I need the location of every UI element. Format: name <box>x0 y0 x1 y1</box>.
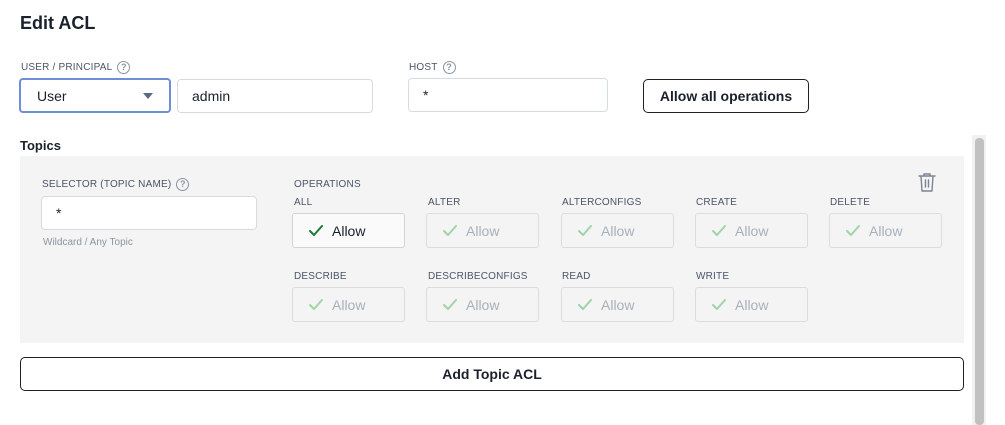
operation-toggle-read[interactable]: Allow <box>561 287 674 322</box>
operation-value-alterconfigs: Allow <box>601 222 635 239</box>
selector-label: SELECTOR (TOPIC NAME) <box>42 179 172 190</box>
operation-value-delete: Allow <box>869 222 903 239</box>
principal-label-row: USER / PRINCIPAL ? <box>21 61 131 74</box>
operation-toggle-alterconfigs[interactable]: Allow <box>561 213 674 248</box>
operation-value-describe: Allow <box>332 296 366 313</box>
operation-value-describeconfigs: Allow <box>466 296 500 313</box>
operation-label-read: READ <box>562 271 591 282</box>
operation-value-write: Allow <box>735 296 769 313</box>
help-circle-icon[interactable]: ? <box>117 61 131 74</box>
operation-toggle-describe[interactable]: Allow <box>292 287 405 322</box>
check-icon <box>309 298 323 310</box>
check-icon <box>578 298 592 310</box>
check-icon <box>443 224 457 236</box>
operation-value-all: Allow <box>332 222 366 239</box>
help-circle-icon[interactable]: ? <box>442 61 456 74</box>
operation-toggle-delete[interactable]: Allow <box>829 213 942 248</box>
operation-toggle-write[interactable]: Allow <box>695 287 808 322</box>
allow-all-operations-button[interactable]: Allow all operations <box>643 79 809 113</box>
check-icon <box>309 224 323 236</box>
trash-icon[interactable] <box>918 172 936 192</box>
page-title: Edit ACL <box>20 13 96 33</box>
help-circle-icon[interactable]: ? <box>176 178 190 191</box>
chevron-down-icon <box>143 93 153 99</box>
host-label: HOST <box>409 62 438 73</box>
check-icon <box>712 298 726 310</box>
add-topic-acl-button[interactable]: Add Topic ACL <box>20 357 964 391</box>
operation-label-describe: DESCRIBE <box>294 271 347 282</box>
check-icon <box>578 224 592 236</box>
operation-label-all: ALL <box>294 197 313 208</box>
topic-acl-card: SELECTOR (TOPIC NAME) ? Wildcard / Any T… <box>20 156 964 343</box>
operation-value-alter: Allow <box>466 222 500 239</box>
principal-label: USER / PRINCIPAL <box>21 62 113 73</box>
host-input[interactable] <box>408 78 608 112</box>
topics-section-title: Topics <box>20 138 61 153</box>
check-icon <box>846 224 860 236</box>
operation-label-delete: DELETE <box>830 197 871 208</box>
selector-label-row: SELECTOR (TOPIC NAME) ? <box>42 178 190 191</box>
check-icon <box>443 298 457 310</box>
operation-toggle-all[interactable]: Allow <box>292 213 405 248</box>
operation-toggle-describeconfigs[interactable]: Allow <box>426 287 539 322</box>
operation-toggle-alter[interactable]: Allow <box>426 213 539 248</box>
principal-type-value: User <box>37 87 67 104</box>
scrollbar-thumb[interactable] <box>975 138 984 425</box>
operation-label-create: CREATE <box>696 197 738 208</box>
operations-label: OPERATIONS <box>294 179 361 190</box>
operation-toggle-create[interactable]: Allow <box>695 213 808 248</box>
operation-label-alterconfigs: ALTERCONFIGS <box>562 197 642 208</box>
operation-label-alter: ALTER <box>428 197 461 208</box>
operation-label-describeconfigs: DESCRIBECONFIGS <box>428 271 528 282</box>
principal-type-select[interactable]: User <box>19 78 171 113</box>
operation-label-write: WRITE <box>696 271 730 282</box>
selector-helper-text: Wildcard / Any Topic <box>43 237 133 248</box>
host-label-row: HOST ? <box>409 61 456 74</box>
check-icon <box>712 224 726 236</box>
operation-value-create: Allow <box>735 222 769 239</box>
operation-value-read: Allow <box>601 296 635 313</box>
principal-name-input[interactable] <box>177 79 373 113</box>
topic-selector-input[interactable] <box>41 196 257 230</box>
